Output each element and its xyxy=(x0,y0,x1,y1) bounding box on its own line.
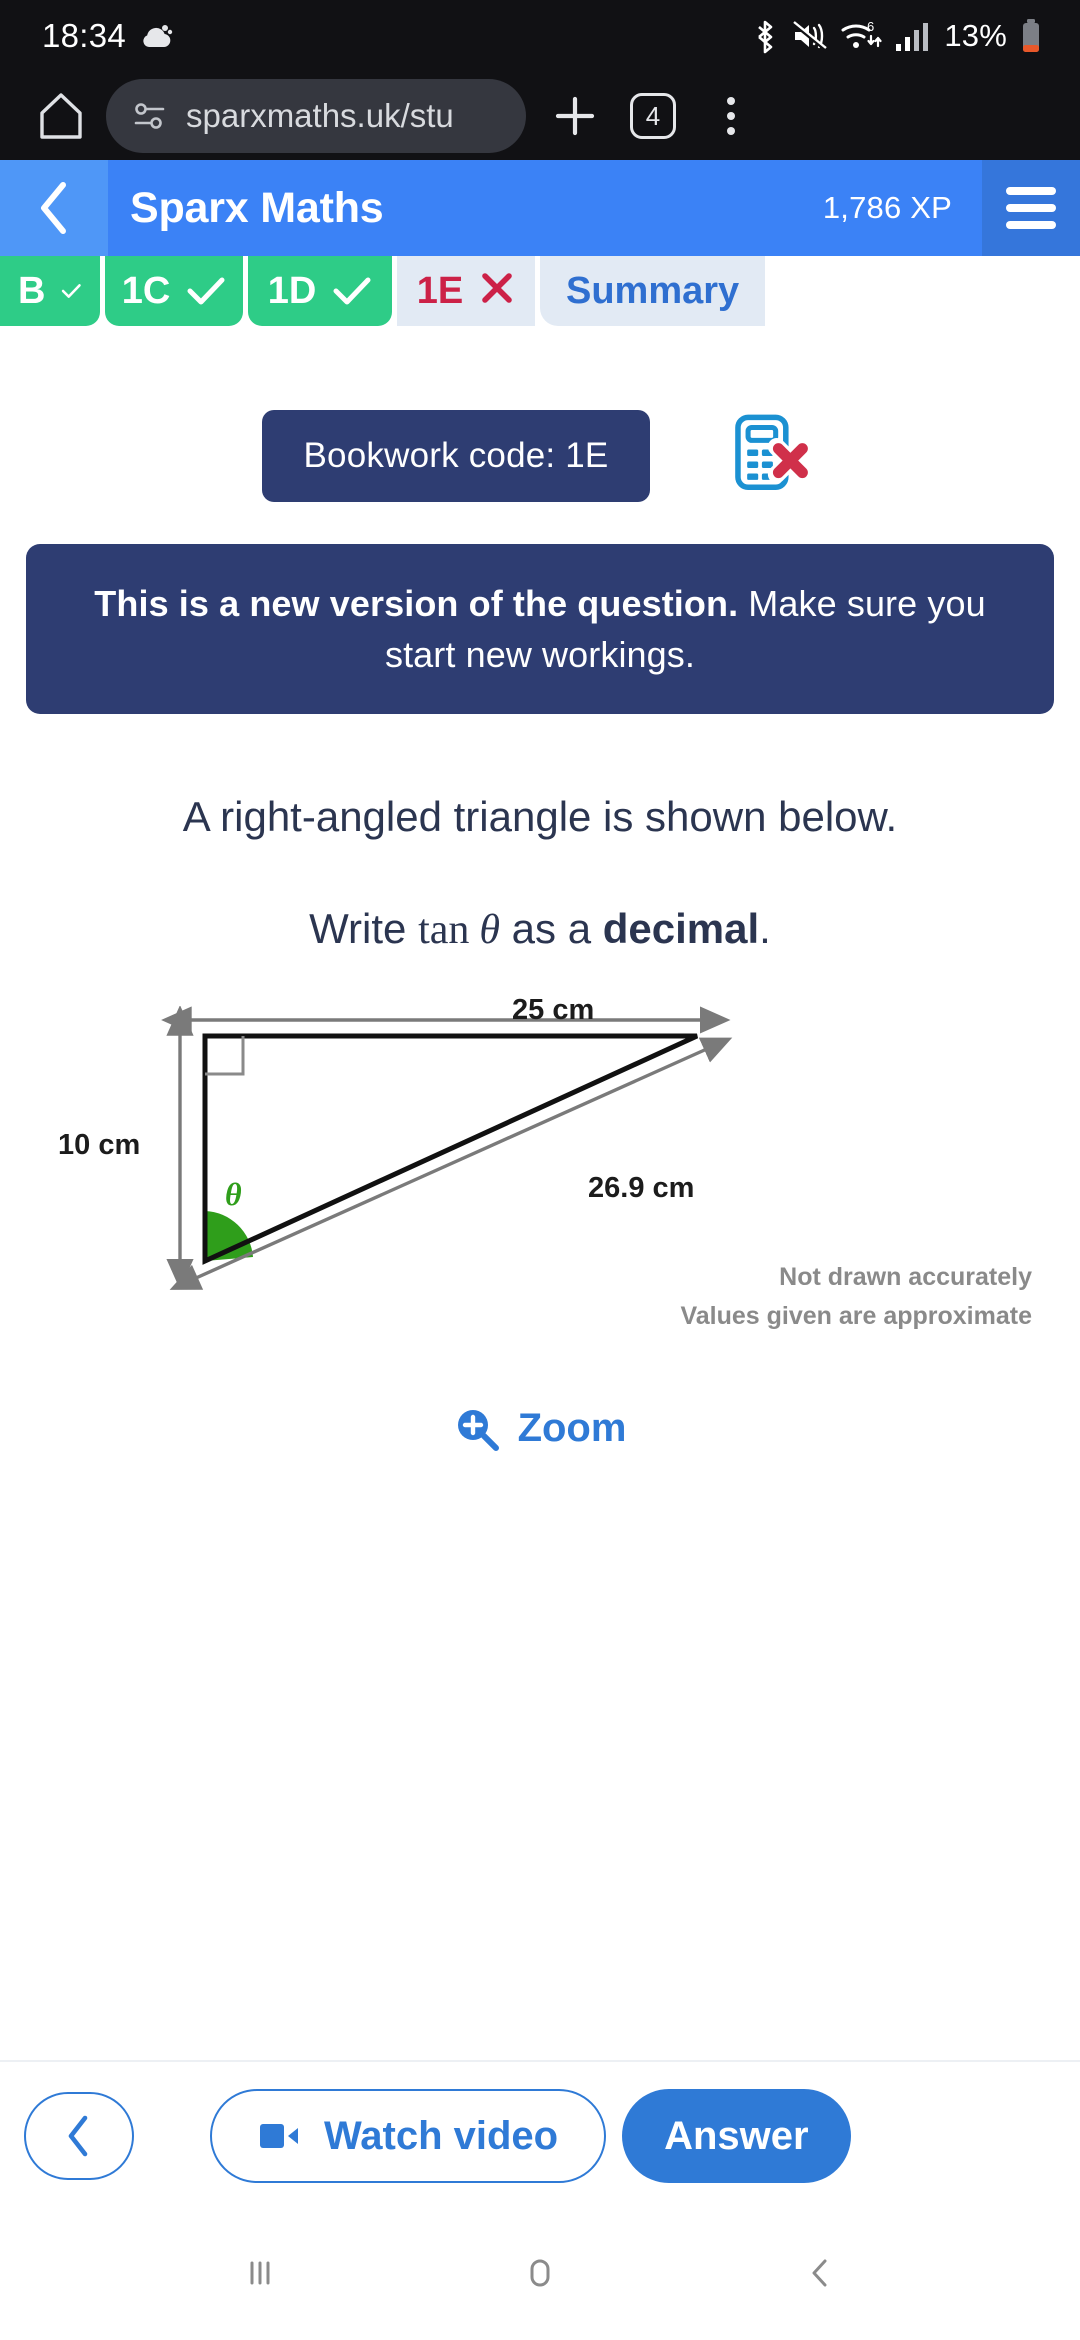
home-icon xyxy=(40,93,82,139)
question-prefix: Write xyxy=(309,904,419,952)
zoom-button[interactable]: Zoom xyxy=(0,1406,1080,1452)
question-line-2: Write tan θ as a decimal. xyxy=(0,905,1080,954)
decimal-emphasis: decimal xyxy=(602,904,760,952)
home-button[interactable] xyxy=(518,2251,562,2300)
question-line-1: A right-angled triangle is shown below. xyxy=(182,793,898,841)
watch-video-label: Watch video xyxy=(324,2113,559,2158)
previous-question-button[interactable] xyxy=(24,2092,134,2180)
tab-label: 1D xyxy=(267,269,317,312)
app-back-button[interactable] xyxy=(0,160,108,256)
svg-text:6: 6 xyxy=(867,19,874,34)
tab-label: 1E xyxy=(416,270,464,312)
diagram-notes: Not drawn accurately Values given are ap… xyxy=(680,1258,1032,1336)
tab-1b[interactable]: B xyxy=(0,256,100,326)
kebab-menu-icon xyxy=(727,97,735,135)
cloud-icon xyxy=(143,25,173,47)
check-icon xyxy=(62,284,82,298)
question-mid: as a xyxy=(500,904,603,952)
theta-symbol: θ xyxy=(479,906,501,953)
new-tab-button[interactable] xyxy=(538,79,612,153)
left-dimension-text: 10 cm xyxy=(58,1128,141,1161)
tab-1d[interactable]: 1D xyxy=(248,256,392,326)
hyp-dimension-text: 26.9 cm xyxy=(588,1171,695,1204)
bottom-action-bar: Watch video Answer xyxy=(0,2060,1080,2210)
tab-1c[interactable]: 1C xyxy=(105,256,243,326)
battery-low-icon xyxy=(1023,19,1039,52)
zoom-in-icon xyxy=(457,1409,499,1451)
bookwork-code-badge: Bookwork code: 1E xyxy=(261,410,651,502)
chevron-left-icon xyxy=(68,2115,88,2157)
question-content: Bookwork code: 1E This is a new version … xyxy=(0,326,1080,1452)
wifi-6-icon: 6 xyxy=(841,19,882,48)
tab-count-badge: 4 xyxy=(630,93,676,139)
new-version-bold-text: This is a new version of the question. xyxy=(94,583,739,624)
status-clock: 18:34 xyxy=(42,17,127,54)
tab-label: 1C xyxy=(121,269,171,312)
angle-sector xyxy=(205,1210,253,1261)
answer-label: Answer xyxy=(664,2113,809,2158)
check-icon xyxy=(333,277,371,305)
recents-icon xyxy=(250,2261,270,2284)
app-header: Sparx Maths 1,786 XP xyxy=(0,160,1080,256)
tab-label: Summary xyxy=(566,269,740,312)
home-button[interactable] xyxy=(24,79,98,153)
page-title: Sparx Maths xyxy=(130,183,384,232)
new-version-banner: This is a new version of the question. M… xyxy=(26,544,1054,715)
bluetooth-icon xyxy=(758,20,773,54)
top-dimension-label: 25 cm xyxy=(512,994,594,1027)
hyp-dimension-label: 26.9 cm xyxy=(588,1172,694,1205)
cellular-signal-icon xyxy=(896,23,929,51)
android-nav-bar xyxy=(0,2210,1080,2340)
back-button[interactable] xyxy=(798,2251,842,2300)
app-menu-button[interactable] xyxy=(982,160,1080,256)
battery-percentage: 13% xyxy=(944,18,1007,53)
left-dimension-label: 10 cm xyxy=(58,1129,140,1162)
tab-label: B xyxy=(18,269,46,312)
question-suffix: . xyxy=(759,904,771,952)
no-calculator-icon xyxy=(735,414,814,491)
note-approximate: Values given are approximate xyxy=(680,1301,1032,1330)
status-left-group: 18:34 xyxy=(42,17,174,55)
bookwork-row: Bookwork code: 1E xyxy=(0,326,1080,502)
cross-icon xyxy=(482,273,513,303)
url-bar[interactable]: sparxmaths.uk/stu xyxy=(106,79,526,153)
back-chevron-icon xyxy=(812,2259,827,2286)
browser-menu-button[interactable] xyxy=(694,79,768,153)
xp-counter: 1,786 XP xyxy=(822,190,952,225)
check-icon xyxy=(187,277,225,305)
triangle-outline xyxy=(202,1033,699,1265)
video-camera-icon xyxy=(260,2124,298,2148)
task-tab-bar: B 1C 1D 1E Summary xyxy=(0,256,1080,350)
answer-button[interactable]: Answer xyxy=(622,2089,851,2183)
recents-button[interactable] xyxy=(238,2251,282,2300)
tab-summary[interactable]: Summary xyxy=(540,256,766,326)
note-not-accurate: Not drawn accurately xyxy=(779,1262,1032,1291)
watch-video-button[interactable]: Watch video xyxy=(210,2089,607,2183)
angle-label: θ xyxy=(225,1176,242,1213)
angle-label-text: θ xyxy=(225,1175,242,1212)
tan-function: tan xyxy=(418,906,470,953)
url-text: sparxmaths.uk/stu xyxy=(186,97,454,134)
top-dimension-text: 25 cm xyxy=(512,993,595,1026)
plus-icon xyxy=(555,96,595,136)
tab-switcher-button[interactable]: 4 xyxy=(616,79,690,153)
browser-toolbar: sparxmaths.uk/stu 4 xyxy=(0,72,1080,160)
volume-mute-icon xyxy=(792,21,828,51)
hamburger-menu-icon xyxy=(1006,187,1056,229)
right-angle-marker xyxy=(205,1035,245,1076)
triangle-diagram: 25 cm 10 cm 26.9 cm θ Not drawn accurate… xyxy=(0,994,1080,1336)
status-right-group: 6 13% xyxy=(752,17,1042,55)
zoom-label: Zoom xyxy=(517,1406,627,1451)
chevron-left-icon xyxy=(41,182,66,234)
android-status-bar: 18:34 6 13% xyxy=(0,0,1080,72)
hyp-dimension-line xyxy=(169,1037,733,1290)
home-circle-icon xyxy=(530,2259,550,2286)
site-settings-icon xyxy=(134,103,165,129)
